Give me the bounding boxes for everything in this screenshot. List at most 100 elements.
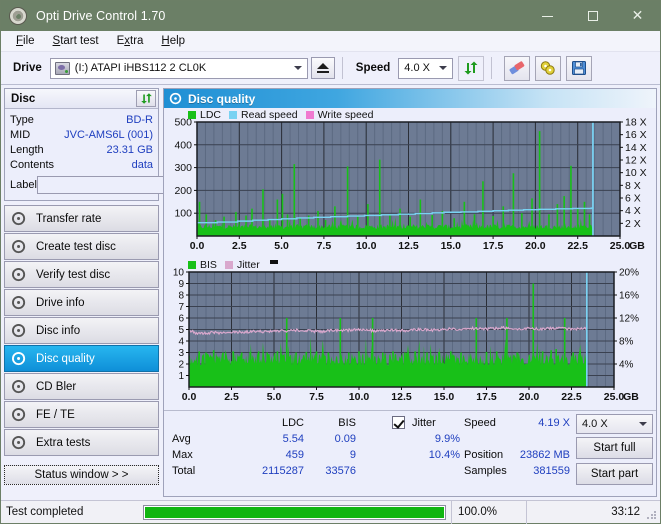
svg-text:22.5: 22.5	[561, 391, 582, 403]
erase-button[interactable]	[504, 55, 531, 81]
disc-icon	[12, 323, 26, 338]
position-stat-label: Position	[464, 449, 504, 461]
sidebar-item-label: FE / TE	[36, 408, 75, 421]
svg-text:12.5: 12.5	[391, 391, 412, 403]
svg-text:7.5: 7.5	[317, 240, 332, 252]
menu-extra[interactable]: Extra	[108, 33, 153, 49]
refresh-button[interactable]	[458, 55, 485, 81]
svg-text:17.5: 17.5	[483, 240, 504, 252]
progress-bar-fill	[145, 506, 444, 518]
toolbar-divider-2	[491, 57, 493, 79]
svg-text:4 X: 4 X	[625, 205, 641, 217]
svg-text:12.5: 12.5	[398, 240, 419, 252]
sidebar-item-verify-test-disc[interactable]: Verify test disc	[4, 261, 159, 288]
svg-text:9: 9	[178, 279, 184, 290]
sidebar-item-disc-info[interactable]: Disc info	[4, 317, 159, 344]
speed-select[interactable]: 4.0 X	[398, 57, 454, 79]
stats-avg-jitter: 9.9%	[434, 433, 460, 445]
chevron-down-icon	[439, 66, 448, 70]
bitsetting-icon	[541, 61, 555, 75]
bitsetting-button[interactable]	[535, 55, 562, 81]
sidebar-item-label: Verify test disc	[36, 268, 111, 281]
test-speed-select[interactable]: 4.0 X	[576, 414, 653, 434]
sidebar-item-fe-te[interactable]: FE / TE	[4, 401, 159, 428]
maximize-button[interactable]	[570, 1, 615, 31]
disc-quality-header: Disc quality	[164, 89, 656, 108]
elapsed-time: 33:12	[611, 506, 640, 518]
svg-text:10.0: 10.0	[356, 240, 377, 252]
start-full-button[interactable]: Start full	[576, 437, 653, 459]
svg-text:20.0: 20.0	[525, 240, 546, 252]
stats-max-jitter: 10.4%	[428, 449, 460, 461]
save-button[interactable]	[566, 55, 593, 81]
refresh-icon	[140, 93, 152, 104]
svg-text:GB: GB	[629, 240, 645, 252]
disc-icon	[12, 267, 26, 282]
svg-text:14 X: 14 X	[625, 142, 647, 154]
stats-total-ldc: 2115287	[261, 465, 304, 477]
svg-text:15.0: 15.0	[434, 391, 455, 403]
drive-select[interactable]: (I:) ATAPI iHBS112 2 CL0K	[49, 57, 308, 79]
stats-panel: LDC BIS Jitter Avg 5.54 0.09 9.9% Max 45…	[164, 410, 656, 496]
disc-refresh-button[interactable]	[136, 90, 156, 107]
ldc-chart[interactable]: 1002003004005002 X4 X6 X8 X10 X12 X14 X1…	[164, 108, 658, 258]
sidebar-item-disc-quality[interactable]: Disc quality	[4, 345, 159, 372]
svg-text:15.0: 15.0	[441, 240, 462, 252]
disc-info-panel: Disc Type BD-R MID JVC-AMS6L (001) Lengt…	[4, 88, 239, 201]
sidebar-item-label: Extra tests	[36, 436, 91, 449]
svg-text:8 X: 8 X	[625, 180, 641, 192]
legend-swatch-bis	[188, 261, 196, 269]
menu-start-test[interactable]: Start test	[44, 33, 108, 49]
toolbar-divider	[341, 57, 343, 79]
sidebar-item-create-test-disc[interactable]: Create test disc	[4, 233, 159, 260]
disc-row-mid-value: JVC-AMS6L (001)	[64, 128, 153, 141]
disc-row-type-value: BD-R	[126, 113, 153, 126]
menu-file[interactable]: File	[7, 33, 44, 49]
sidebar-item-extra-tests[interactable]: Extra tests	[4, 429, 159, 456]
svg-text:22.5: 22.5	[567, 240, 588, 252]
sidebar-item-cd-bler[interactable]: CD Bler	[4, 373, 159, 400]
disc-panel-header: Disc	[5, 89, 158, 109]
svg-text:7.5: 7.5	[309, 391, 324, 403]
speed-select-value: 4.0 X	[404, 62, 430, 74]
jitter-checkbox[interactable]	[392, 416, 405, 429]
stats-avg-bis: 0.09	[334, 433, 356, 445]
disc-icon	[12, 239, 26, 254]
sidebar-item-label: Drive info	[36, 296, 85, 309]
ldc-chart-container: LDC Read speed Write speed 100 200 300 400 5…	[164, 108, 656, 258]
status-window-button[interactable]: Status window > >	[4, 465, 159, 485]
eject-button[interactable]	[310, 57, 335, 79]
bis-chart[interactable]: 12345678910 4% 8% 12% 16% 20% 0.0 2.5 5.0 7.5 10.0…	[164, 258, 658, 413]
test-speed-value: 4.0 X	[582, 418, 608, 430]
svg-text:17.5: 17.5	[476, 391, 497, 403]
disc-icon	[12, 295, 26, 310]
legend-swatch-jitter	[224, 261, 233, 269]
minimize-button[interactable]	[525, 1, 570, 31]
svg-text:4: 4	[178, 337, 184, 348]
sidebar-item-label: Transfer rate	[36, 212, 102, 225]
eject-icon	[316, 63, 329, 73]
sidebar-item-transfer-rate[interactable]: Transfer rate	[4, 205, 159, 232]
svg-text:400: 400	[174, 139, 192, 151]
disc-row-length-key: Length	[10, 143, 44, 156]
svg-text:GB: GB	[623, 391, 639, 403]
progress-percent: 100.0%	[458, 506, 498, 518]
stats-max-bis: 9	[349, 449, 356, 461]
disc-row-length: Length 23.31 GB	[10, 142, 153, 157]
app-icon	[9, 7, 27, 25]
stats-avg-ldc: 5.54	[282, 433, 304, 445]
close-button[interactable]: ✕	[615, 1, 660, 31]
start-part-button[interactable]: Start part	[576, 463, 653, 485]
status-bar: Test completed 100.0% 33:12	[1, 500, 660, 524]
svg-text:6 X: 6 X	[625, 193, 641, 205]
sidebar-item-drive-info[interactable]: Drive info	[4, 289, 159, 316]
legend-swatch-read-speed	[229, 111, 238, 119]
legend-marker-icon	[269, 260, 278, 264]
drive-label: Drive	[13, 62, 42, 74]
legend-label-write-speed: Write speed	[317, 109, 374, 121]
stats-total-bis: 33576	[325, 465, 356, 477]
menu-help[interactable]: Help	[152, 33, 194, 49]
svg-text:4%: 4%	[619, 360, 634, 371]
resize-grip[interactable]	[646, 509, 657, 520]
svg-text:16 X: 16 X	[625, 129, 647, 141]
